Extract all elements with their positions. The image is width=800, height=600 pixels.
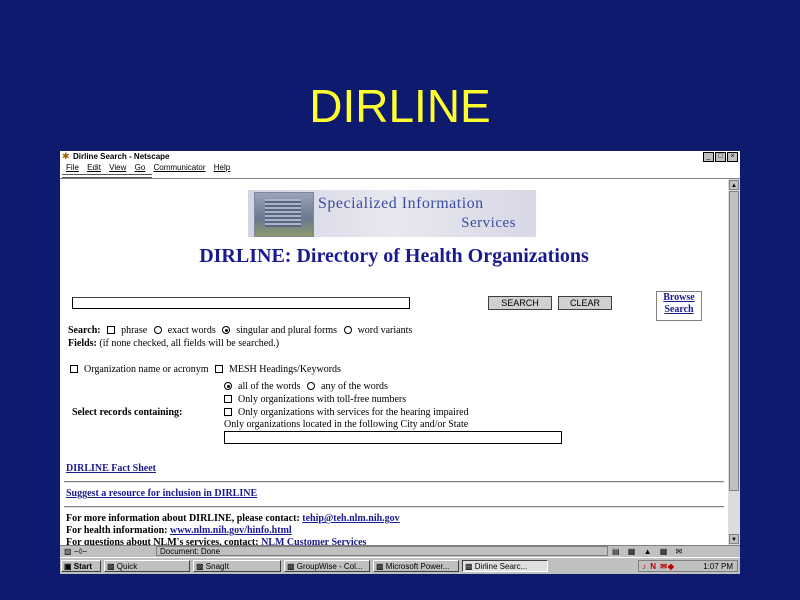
singular-plural-label: singular and plural forms	[236, 325, 338, 336]
tollfree-label: Only organizations with toll-free number…	[238, 394, 407, 405]
task-powerpoint-label: Microsoft Power...	[385, 562, 450, 571]
menu-go[interactable]: Go	[135, 162, 146, 173]
task-powerpoint[interactable]: ▩ Microsoft Power...	[373, 560, 459, 572]
banner-line-1: Specialized Information	[318, 195, 484, 212]
browse-link-line-1[interactable]: Browse	[657, 292, 701, 304]
page-content: Specialized Information Services DIRLINE…	[60, 179, 728, 545]
netscape-icon: ✱	[62, 151, 70, 161]
phrase-label: phrase	[121, 325, 148, 336]
fields-label: Fields:	[68, 338, 97, 349]
task-dirline[interactable]: ▩ Dirline Searc...	[462, 560, 548, 572]
browse-link-line-2[interactable]: Search	[657, 304, 701, 316]
start-label: Start	[73, 562, 93, 571]
security-icon[interactable]: ▨ −◊−	[64, 546, 87, 557]
clear-button[interactable]: CLEAR	[558, 296, 612, 310]
word-variants-radio[interactable]	[343, 326, 352, 335]
questions-label: For questions about NLM's services, cont…	[66, 537, 259, 545]
health-info-row: For health information: www.nlm.nih.gov/…	[66, 525, 292, 537]
clock[interactable]: 1:07 PM	[703, 561, 733, 572]
component-bar-icons[interactable]: ▤ ▦ ▲ ▦ ✉	[612, 546, 685, 557]
customer-services-link[interactable]: NLM Customer Services	[261, 537, 366, 545]
tollfree-row: Only organizations with toll-free number…	[220, 394, 406, 406]
city-state-input[interactable]	[224, 431, 562, 444]
fields-note: (if none checked, all fields will be sea…	[99, 338, 280, 349]
task-groupwise-label: GroupWise - Col...	[296, 562, 363, 571]
browser-screenshot: ✱ Dirline Search - Netscape _ □ × File Edi…	[60, 151, 740, 574]
select-records-label: Select records containing:	[72, 407, 182, 419]
system-tray: ♪ N ✉◆ 1:07 PM	[638, 560, 738, 572]
menu-communicator[interactable]: Communicator	[154, 162, 206, 173]
fields-row: Fields: (if none checked, all fields wil…	[68, 338, 279, 350]
sis-banner: Specialized Information Services	[248, 190, 536, 237]
mesh-checkbox[interactable]	[215, 365, 223, 374]
divider-1	[64, 481, 724, 483]
search-options-row: Search: phrase exact words singular and …	[68, 325, 412, 337]
toolbar-grip-icon[interactable]	[62, 174, 152, 178]
health-info-label: For health information:	[66, 525, 168, 536]
city-label: Only organizations located in the follow…	[224, 419, 469, 430]
more-info-row: For more information about DIRLINE, plea…	[66, 513, 400, 525]
all-words-radio[interactable]	[224, 382, 232, 391]
org-name-label: Organization name or acronym	[84, 364, 209, 375]
phrase-checkbox[interactable]	[107, 326, 116, 335]
search-input[interactable]	[72, 297, 410, 309]
exact-words-radio[interactable]	[153, 326, 162, 335]
select-label: Select records containing:	[72, 407, 183, 418]
building-image	[254, 192, 314, 237]
search-button[interactable]: SEARCH	[488, 296, 552, 310]
slide-title: DIRLINE	[309, 80, 491, 132]
task-quick-label: Quick	[116, 562, 138, 571]
status-text: Document: Done	[156, 546, 608, 556]
suggest-resource-link[interactable]: Suggest a resource for inclusion in DIRL…	[66, 488, 257, 500]
scroll-up-icon[interactable]: ▲	[729, 180, 739, 190]
task-quick[interactable]: ▩ Quick	[104, 560, 190, 572]
any-words-label: any of the words	[321, 381, 388, 392]
singular-plural-radio[interactable]	[222, 326, 231, 335]
hearing-checkbox[interactable]	[224, 408, 232, 417]
fact-sheet-link[interactable]: DIRLINE Fact Sheet	[66, 463, 156, 475]
exact-words-label: exact words	[167, 325, 216, 336]
any-words-radio[interactable]	[307, 382, 315, 391]
windows-taskbar: ▣ Start ▩ Quick ▩ SnagIt ▩ GroupWise - C…	[60, 557, 740, 574]
all-words-label: all of the words	[238, 381, 301, 392]
task-groupwise[interactable]: ▩ GroupWise - Col...	[284, 560, 370, 572]
menu-file[interactable]: File	[66, 162, 79, 173]
word-match-row: all of the words any of the words	[220, 381, 388, 393]
task-dirline-label: Dirline Searc...	[474, 562, 528, 571]
start-button[interactable]: ▣ Start	[61, 560, 101, 572]
more-info-label: For more information about DIRLINE, plea…	[66, 513, 300, 524]
maximize-button[interactable]: □	[715, 152, 726, 162]
vertical-scrollbar[interactable]: ▲ ▼	[728, 179, 740, 545]
menu-view[interactable]: View	[109, 162, 126, 173]
divider-2	[64, 506, 724, 508]
tollfree-checkbox[interactable]	[224, 395, 232, 404]
mesh-label: MESH Headings/Keywords	[229, 364, 341, 375]
window-title: Dirline Search - Netscape	[73, 152, 170, 161]
search-label: Search:	[68, 325, 101, 336]
page-heading: DIRLINE: Directory of Health Organizatio…	[199, 245, 589, 267]
menu-help[interactable]: Help	[214, 162, 230, 173]
minimize-button[interactable]: _	[703, 152, 714, 162]
status-bar: ▨ −◊− Document: Done ▤ ▦ ▲ ▦ ✉	[60, 545, 740, 557]
questions-row: For questions about NLM's services, cont…	[66, 537, 366, 545]
window-titlebar: ✱ Dirline Search - Netscape _ □ ×	[60, 151, 740, 162]
close-button[interactable]: ×	[727, 152, 738, 162]
scroll-thumb[interactable]	[729, 191, 739, 491]
menu-bar: File Edit View Go Communicator Help	[60, 162, 740, 173]
field-checkboxes-row: Organization name or acronym MESH Headin…	[66, 364, 341, 376]
browse-search-link[interactable]: Browse Search	[656, 291, 702, 321]
hearing-label: Only organizations with services for the…	[238, 407, 469, 418]
hearing-row: Only organizations with services for the…	[220, 407, 469, 419]
word-variants-label: word variants	[357, 325, 413, 336]
scroll-down-icon[interactable]: ▼	[729, 534, 739, 544]
task-snagit-label: SnagIt	[205, 562, 229, 571]
tray-icons[interactable]: ♪ N ✉◆	[642, 561, 675, 572]
health-info-link[interactable]: www.nlm.nih.gov/hinfo.html	[170, 525, 292, 536]
org-name-checkbox[interactable]	[70, 365, 78, 374]
banner-line-2: Services	[461, 215, 516, 231]
task-snagit[interactable]: ▩ SnagIt	[193, 560, 281, 572]
menu-edit[interactable]: Edit	[87, 162, 101, 173]
contact-email-link[interactable]: tehip@teh.nlm.nih.gov	[302, 513, 399, 524]
